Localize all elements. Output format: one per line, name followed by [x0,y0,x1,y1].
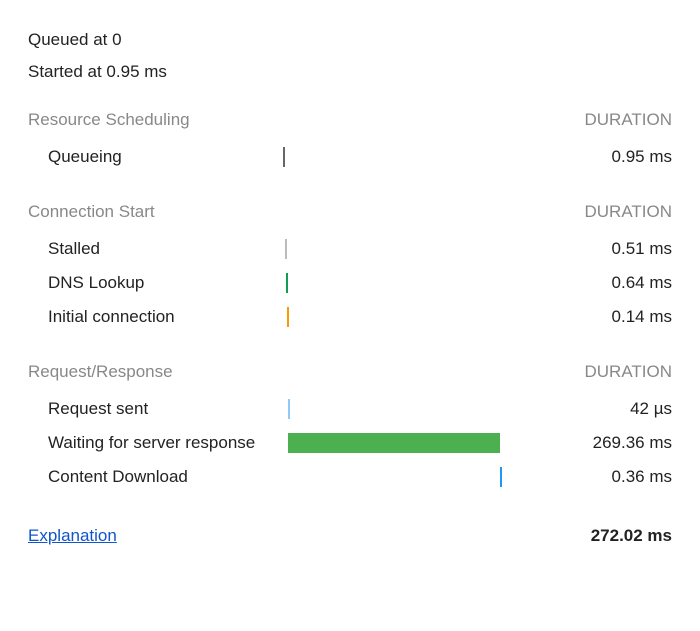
row-label: Request sent [28,399,263,419]
timing-bar-waiting [288,433,500,453]
section-resource-scheduling: Resource Scheduling DURATION Queueing 0.… [28,110,672,174]
row-stalled: Stalled 0.51 ms [28,232,672,266]
row-label: Waiting for server response [28,433,263,453]
section-title: Resource Scheduling [28,110,190,130]
row-dns-lookup: DNS Lookup 0.64 ms [28,266,672,300]
row-value: 0.51 ms [503,239,672,259]
timing-bar-stalled [285,239,287,259]
duration-header: DURATION [584,110,672,130]
row-value: 0.36 ms [503,467,672,487]
timing-bar-request-sent [288,399,290,419]
timing-bar-initial-connection [287,307,289,327]
total-duration: 272.02 ms [591,526,672,546]
row-value: 0.14 ms [503,307,672,327]
row-label: DNS Lookup [28,273,263,293]
bar-cell [263,466,503,488]
bar-cell [263,146,503,168]
row-waiting: Waiting for server response 269.36 ms [28,426,672,460]
queued-at-text: Queued at 0 [28,30,672,50]
duration-header: DURATION [584,362,672,382]
started-at-text: Started at 0.95 ms [28,62,672,82]
row-content-download: Content Download 0.36 ms [28,460,672,494]
row-queueing: Queueing 0.95 ms [28,140,672,174]
row-label: Initial connection [28,307,263,327]
bar-cell [263,306,503,328]
bar-cell [263,432,503,454]
section-title: Request/Response [28,362,173,382]
timing-bar-content-download [500,467,502,487]
duration-header: DURATION [584,202,672,222]
bar-cell [263,398,503,420]
explanation-link[interactable]: Explanation [28,526,117,546]
section-request-response: Request/Response DURATION Request sent 4… [28,362,672,494]
row-initial-connection: Initial connection 0.14 ms [28,300,672,334]
section-title: Connection Start [28,202,155,222]
row-request-sent: Request sent 42 µs [28,392,672,426]
bar-cell [263,272,503,294]
bar-cell [263,238,503,260]
row-label: Stalled [28,239,263,259]
timing-bar-queueing [283,147,285,167]
row-label: Content Download [28,467,263,487]
row-label: Queueing [28,147,263,167]
timing-bar-dns [286,273,288,293]
row-value: 42 µs [503,399,672,419]
row-value: 0.95 ms [503,147,672,167]
row-value: 0.64 ms [503,273,672,293]
section-connection-start: Connection Start DURATION Stalled 0.51 m… [28,202,672,334]
row-value: 269.36 ms [503,433,672,453]
